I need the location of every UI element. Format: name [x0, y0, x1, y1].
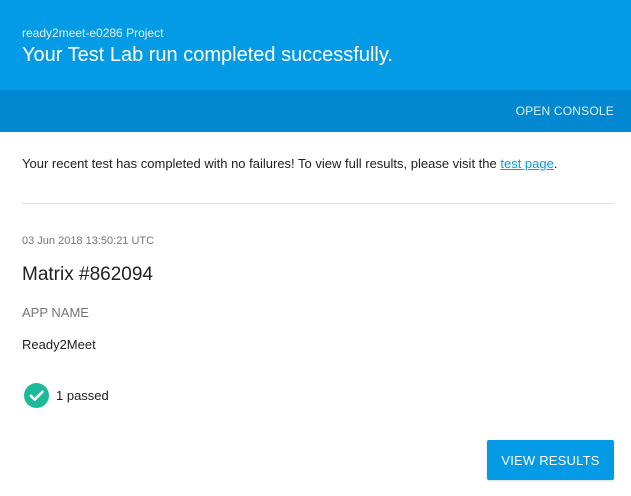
- header-banner: ready2meet-e0286 Project Your Test Lab r…: [0, 0, 631, 90]
- app-name-value: Ready2Meet: [22, 337, 96, 352]
- run-timestamp: 03 Jun 2018 13:50:21 UTC: [22, 235, 155, 247]
- test-page-link[interactable]: test page: [500, 156, 554, 171]
- summary-message: Your recent test has completed with no f…: [22, 156, 617, 172]
- summary-message-suffix: .: [553, 156, 558, 171]
- divider: [22, 203, 614, 204]
- app-name-label: APP NAME: [22, 305, 89, 320]
- matrix-title: Matrix #862094: [22, 264, 153, 285]
- headline: Your Test Lab run completed successfully…: [22, 44, 393, 66]
- view-results-button[interactable]: VIEW RESULTS: [487, 440, 614, 480]
- passed-count: 1 passed: [56, 387, 109, 403]
- test-lab-email: ready2meet-e0286 Project Your Test Lab r…: [0, 0, 631, 496]
- header-action-bar: OPEN CONSOLE: [0, 90, 631, 132]
- project-name: ready2meet-e0286 Project: [22, 26, 164, 40]
- open-console-link[interactable]: OPEN CONSOLE: [516, 104, 614, 118]
- check-circle-icon: [24, 382, 49, 408]
- result-summary: 1 passed: [24, 382, 109, 408]
- summary-message-text: Your recent test has completed with no f…: [22, 156, 501, 171]
